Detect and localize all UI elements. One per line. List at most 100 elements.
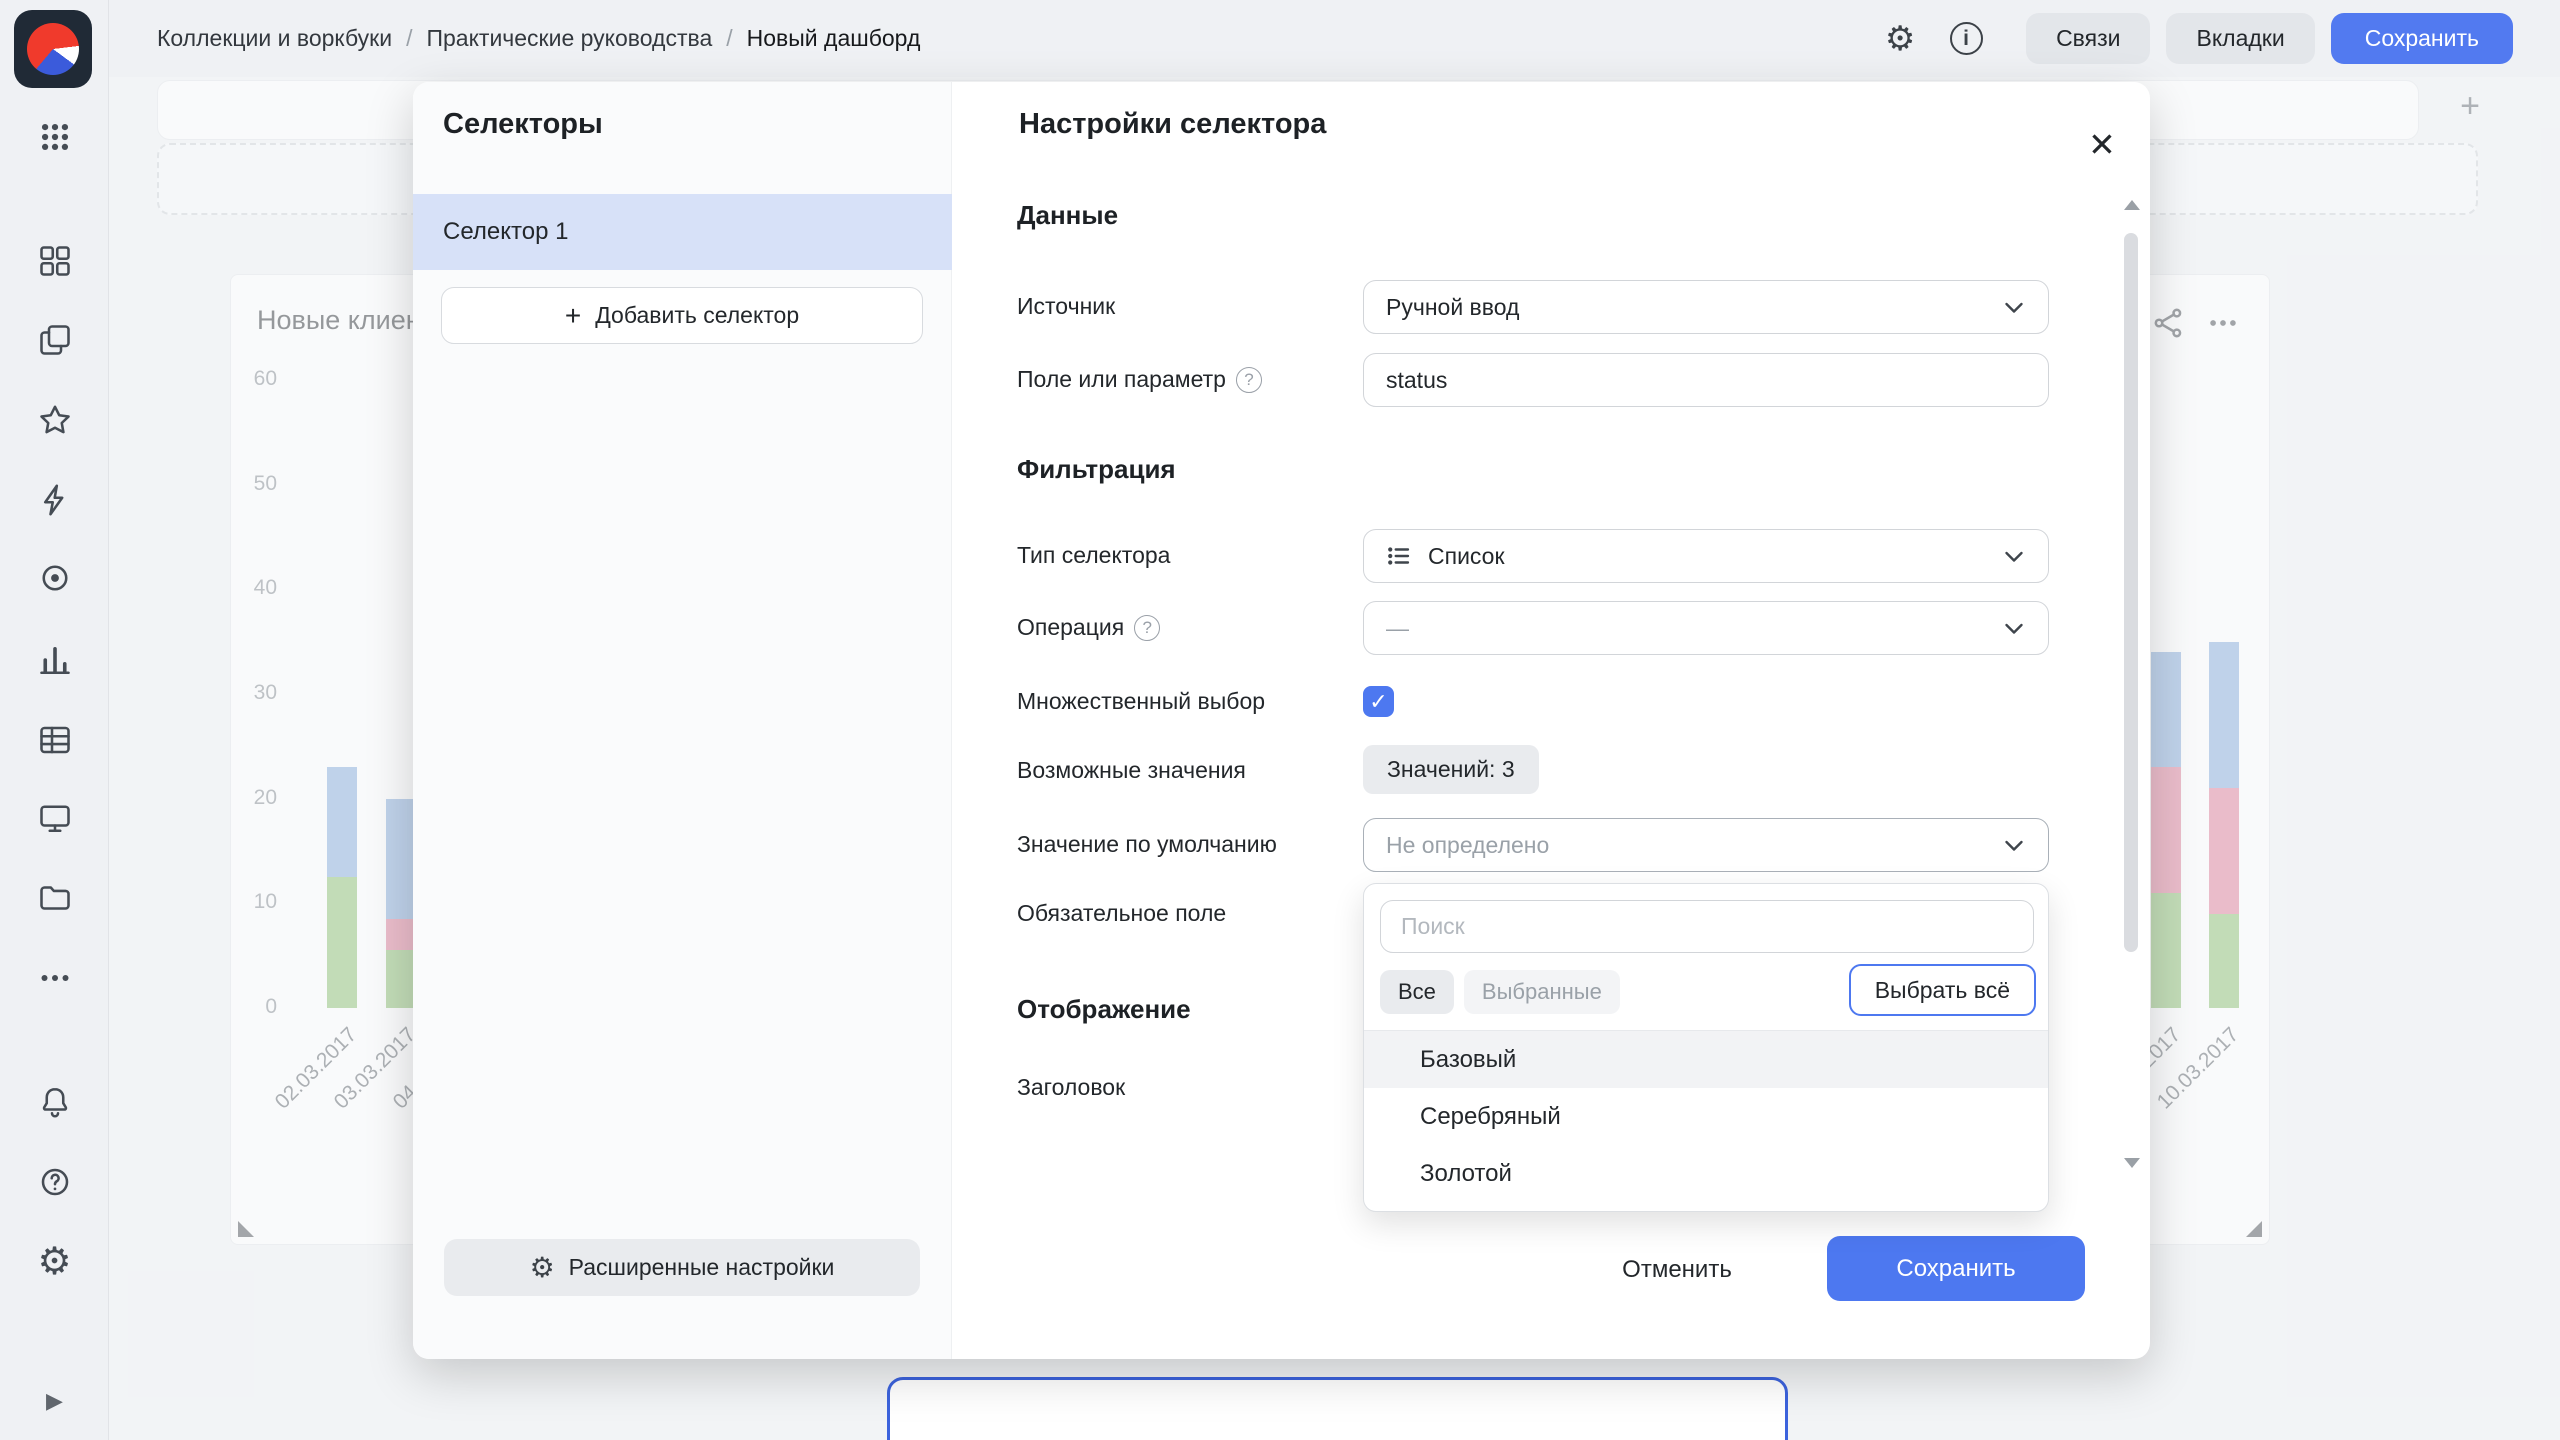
topbar: Коллекции и воркбуки / Практические руко… bbox=[109, 0, 2560, 77]
add-selector-label: Добавить селектор bbox=[595, 302, 799, 329]
selector-drop-target bbox=[887, 1377, 1788, 1440]
chevron-down-icon bbox=[2002, 295, 2026, 319]
field-label-text: Поле или параметр bbox=[1017, 366, 1226, 393]
source-label: Источник bbox=[1017, 293, 1115, 320]
chevron-down-icon bbox=[2002, 544, 2026, 568]
monitor-icon[interactable] bbox=[0, 796, 109, 840]
source-select[interactable]: Ручной ввод bbox=[1363, 280, 2049, 334]
plus-icon: + bbox=[565, 302, 581, 330]
list-type-icon bbox=[1386, 543, 1412, 569]
check-icon: ✓ bbox=[1369, 689, 1387, 715]
more-ellipsis-icon[interactable] bbox=[0, 956, 109, 1000]
selector-dialog: Селекторы Селектор 1 + Добавить селектор… bbox=[413, 82, 2150, 1359]
question-icon[interactable]: ? bbox=[1134, 615, 1160, 641]
expand-sidebar-icon[interactable]: ▶ bbox=[0, 1379, 109, 1423]
selector-type-label: Тип селектора bbox=[1017, 542, 1170, 569]
apps-grid-icon[interactable] bbox=[0, 115, 109, 159]
settings-gear-icon[interactable]: ⚙ bbox=[0, 1240, 109, 1284]
breadcrumb-separator: / bbox=[726, 25, 732, 52]
possible-values-label: Возможные значения bbox=[1017, 757, 1246, 784]
source-select-value: Ручной ввод bbox=[1386, 294, 1519, 321]
chevron-down-icon bbox=[2002, 616, 2026, 640]
chevron-down-icon bbox=[2002, 833, 2026, 857]
bolt-icon[interactable] bbox=[0, 478, 109, 522]
multichoice-checkbox[interactable]: ✓ bbox=[1363, 686, 1394, 717]
scrollbar-up-icon[interactable] bbox=[2124, 200, 2140, 210]
close-icon[interactable]: ✕ bbox=[2082, 124, 2122, 164]
grid-icon[interactable] bbox=[0, 239, 109, 283]
dashboard-settings-gear-icon[interactable]: ⚙ bbox=[1878, 17, 1922, 61]
possible-values-label-text: Возможные значения bbox=[1017, 757, 1246, 784]
option-item[interactable]: Золотой bbox=[1364, 1145, 2048, 1202]
scrollbar-down-icon[interactable] bbox=[2124, 1158, 2140, 1168]
selectors-list-pane: Селекторы Селектор 1 + Добавить селектор… bbox=[413, 82, 952, 1359]
advanced-settings-button[interactable]: ⚙ Расширенные настройки bbox=[444, 1239, 920, 1296]
selector-settings-pane: Настройки селектора ✕ Данные Источник Ру… bbox=[952, 82, 2150, 1359]
operation-label: Операция ? bbox=[1017, 614, 1160, 641]
field-label: Поле или параметр ? bbox=[1017, 366, 1262, 393]
selector-type-label-text: Тип селектора bbox=[1017, 542, 1170, 569]
required-field-label: Обязательное поле bbox=[1017, 900, 1226, 927]
field-input[interactable] bbox=[1363, 353, 2049, 407]
bar-chart-icon[interactable] bbox=[0, 638, 109, 682]
section-heading-filtering: Фильтрация bbox=[1017, 454, 1176, 485]
default-value-label-text: Значение по умолчанию bbox=[1017, 831, 1277, 858]
title-field-label: Заголовок bbox=[1017, 1074, 1125, 1101]
relations-button[interactable]: Связи bbox=[2026, 13, 2150, 64]
settings-pane-title: Настройки селектора bbox=[1019, 108, 1326, 141]
question-icon[interactable]: ? bbox=[1236, 367, 1262, 393]
scrollbar-thumb[interactable] bbox=[2124, 233, 2138, 952]
operation-select[interactable]: — bbox=[1363, 601, 2049, 655]
tab-all[interactable]: Все bbox=[1380, 970, 1454, 1014]
operation-value: — bbox=[1386, 615, 1409, 642]
section-heading-data: Данные bbox=[1017, 200, 1118, 231]
breadcrumb-collections[interactable]: Коллекции и воркбуки bbox=[157, 25, 392, 52]
help-icon[interactable] bbox=[0, 1160, 109, 1204]
breadcrumb-guides[interactable]: Практические руководства bbox=[426, 25, 712, 52]
select-all-button[interactable]: Выбрать всё bbox=[1849, 964, 2036, 1016]
layers-icon[interactable] bbox=[0, 318, 109, 362]
default-value-label: Значение по умолчанию bbox=[1017, 831, 1277, 858]
operation-label-text: Операция bbox=[1017, 614, 1124, 641]
section-heading-display: Отображение bbox=[1017, 994, 1191, 1025]
required-field-label-text: Обязательное поле bbox=[1017, 900, 1226, 927]
screen: ⚙ ▶ Коллекции и воркбуки / Практические … bbox=[0, 0, 2560, 1440]
tab-selected[interactable]: Выбранные bbox=[1464, 970, 1620, 1014]
header-save-button[interactable]: Сохранить bbox=[2331, 13, 2513, 64]
breadcrumb: Коллекции и воркбуки / Практические руко… bbox=[157, 25, 920, 52]
app-logo[interactable] bbox=[14, 10, 92, 88]
info-icon[interactable]: i bbox=[1944, 17, 1988, 61]
default-value-dropdown: Все Выбранные Выбрать всё Базовый Серебр… bbox=[1363, 883, 2049, 1212]
bell-icon[interactable] bbox=[0, 1080, 109, 1124]
breadcrumb-separator: / bbox=[406, 25, 412, 52]
popup-options-list: Базовый Серебряный Золотой bbox=[1364, 1031, 2048, 1202]
datalens-logo-icon bbox=[27, 23, 79, 75]
table-icon[interactable] bbox=[0, 718, 109, 762]
default-value-placeholder: Не определено bbox=[1386, 832, 1549, 859]
multichoice-label-text: Множественный выбор bbox=[1017, 688, 1265, 715]
selector-list-item[interactable]: Селектор 1 bbox=[413, 194, 952, 270]
source-label-text: Источник bbox=[1017, 293, 1115, 320]
selector-type-value: Список bbox=[1428, 543, 1505, 570]
tabs-button[interactable]: Вкладки bbox=[2166, 13, 2314, 64]
selector-type-select[interactable]: Список bbox=[1363, 529, 2049, 583]
title-field-label-text: Заголовок bbox=[1017, 1074, 1125, 1101]
star-icon[interactable] bbox=[0, 398, 109, 442]
advanced-settings-label: Расширенные настройки bbox=[569, 1254, 835, 1281]
dialog-save-button[interactable]: Сохранить bbox=[1827, 1236, 2085, 1301]
default-value-select[interactable]: Не определено bbox=[1363, 818, 2049, 872]
breadcrumb-current-dashboard: Новый дашборд bbox=[747, 25, 921, 52]
values-count-badge[interactable]: Значений: 3 bbox=[1363, 745, 1539, 794]
multichoice-label: Множественный выбор bbox=[1017, 688, 1265, 715]
option-item[interactable]: Серебряный bbox=[1364, 1088, 2048, 1145]
search-input[interactable] bbox=[1380, 900, 2034, 953]
selectors-pane-title: Селекторы bbox=[443, 108, 603, 141]
add-selector-button[interactable]: + Добавить селектор bbox=[441, 287, 923, 344]
folder-icon[interactable] bbox=[0, 876, 109, 920]
sidebar: ⚙ ▶ bbox=[0, 0, 109, 1440]
option-item[interactable]: Базовый bbox=[1364, 1031, 2048, 1088]
ring-icon[interactable] bbox=[0, 556, 109, 600]
cancel-button[interactable]: Отменить bbox=[1582, 1240, 1772, 1300]
popup-filter-tabs: Все Выбранные bbox=[1380, 968, 1620, 1016]
gear-icon: ⚙ bbox=[530, 1254, 555, 1282]
